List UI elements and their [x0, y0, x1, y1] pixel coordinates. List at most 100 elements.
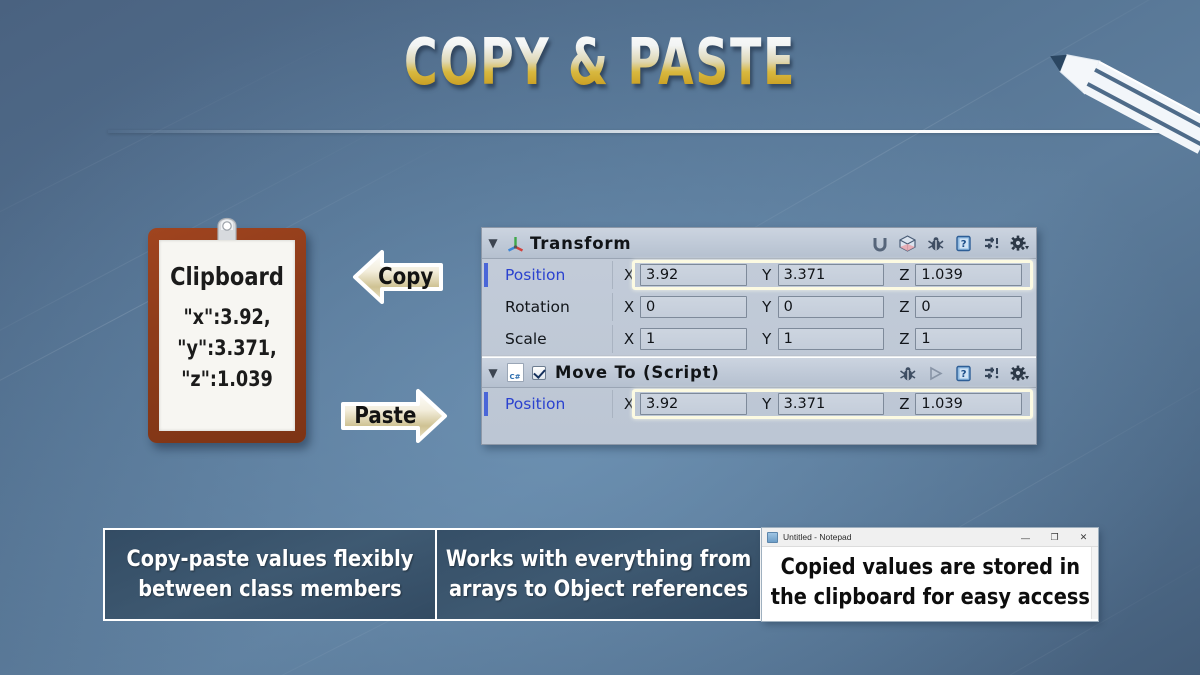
field-group-z: Z 0	[888, 296, 1026, 318]
rotation-x-input[interactable]: 0	[640, 296, 747, 318]
help-icon[interactable]: ?	[954, 234, 973, 253]
unity-inspector-panel: ▼ Transform ? Position X 3.92 Y 3.371 Z …	[481, 227, 1037, 445]
moveto-foldout-toggle[interactable]: ▼	[482, 366, 504, 380]
help-icon[interactable]: ?	[954, 364, 973, 383]
axis-label-x: X	[623, 330, 635, 348]
presets-icon[interactable]	[982, 234, 1001, 253]
bug-icon[interactable]	[898, 364, 917, 383]
field-group-x: X 0	[613, 296, 751, 318]
moveto-position-x-input[interactable]: 3.92	[640, 393, 747, 415]
arrow-right-icon	[341, 389, 447, 443]
page-title: COPY & PASTE	[120, 26, 1080, 100]
field-group-y: Y 1	[751, 328, 889, 350]
override-indicator	[484, 392, 488, 416]
transform-position-row[interactable]: Position X 3.92 Y 3.371 Z 1.039	[482, 259, 1036, 291]
clipboard-value-z: "z":1.039	[181, 367, 273, 391]
bug-icon[interactable]	[926, 234, 945, 253]
caption-1-line-2: between class members	[138, 576, 402, 602]
position-fields: X 3.92 Y 3.371 Z 1.039	[612, 261, 1036, 289]
slide-canvas: COPY & PASTE Clipboard "x":3.92, "y":3.3…	[0, 0, 1200, 675]
rotation-fields: X 0 Y 0 Z 0	[612, 293, 1036, 321]
transform-foldout-toggle[interactable]: ▼	[482, 236, 504, 250]
field-group-z: Z 1	[888, 328, 1026, 350]
property-label-position: Position	[505, 266, 566, 284]
moveto-header-icons: ?	[898, 358, 1029, 389]
transform-component-title: Transform	[530, 233, 632, 253]
field-group-z: Z 1.039	[888, 264, 1026, 286]
csharp-script-icon: C#	[504, 363, 526, 383]
gear-icon[interactable]	[1010, 234, 1029, 253]
rotation-z-input[interactable]: 0	[915, 296, 1023, 318]
transform-component-header[interactable]: ▼ Transform ?	[482, 228, 1036, 259]
maximize-button[interactable]: ❐	[1040, 528, 1069, 547]
position-z-input[interactable]: 1.039	[915, 264, 1023, 286]
rotation-y-input[interactable]: 0	[777, 296, 885, 318]
moveto-component-title: Move To (Script)	[555, 363, 720, 382]
clipboard-paper: Clipboard "x":3.92, "y":3.371, "z":1.039	[159, 240, 295, 431]
magnet-icon[interactable]	[870, 234, 889, 253]
caption-2-line-2: arrays to Object references	[448, 576, 749, 602]
moveto-enabled-checkbox[interactable]	[532, 365, 546, 380]
field-group-z: Z 1.039	[888, 393, 1026, 415]
transform-scale-row[interactable]: Scale X 1 Y 1 Z 1	[482, 323, 1036, 355]
notepad-icon	[767, 531, 778, 543]
caption-row: Copy-paste values flexibly between class…	[103, 528, 1098, 621]
axis-label-y: Y	[762, 298, 772, 316]
notepad-text: Copied values are stored in the clipboar…	[770, 553, 1089, 613]
copy-arrow: Copy	[352, 246, 444, 308]
notepad-scrollbar[interactable]	[1091, 547, 1098, 619]
scale-y-input[interactable]: 1	[777, 328, 885, 350]
axis-label-x: X	[623, 395, 635, 413]
presets-icon[interactable]	[982, 364, 1001, 383]
moveto-position-z-input[interactable]: 1.039	[915, 393, 1023, 415]
axis-label-y: Y	[762, 395, 772, 413]
field-group-y: Y 3.371	[751, 393, 889, 415]
axis-label-x: X	[623, 266, 635, 284]
play-icon[interactable]	[926, 364, 945, 383]
axis-label-z: Z	[899, 298, 910, 316]
svg-text:?: ?	[961, 369, 967, 380]
property-label-rotation: Rotation	[505, 298, 570, 316]
caption-box-1: Copy-paste values flexibly between class…	[103, 528, 437, 621]
clipboard-title: Clipboard	[170, 262, 284, 291]
caption-box-2: Works with everything from arrays to Obj…	[437, 528, 762, 621]
moveto-position-y-input[interactable]: 3.371	[777, 393, 885, 415]
clipboard-value-x: "x":3.92,	[183, 305, 271, 329]
close-button[interactable]: ✕	[1069, 528, 1098, 547]
notepad-titlebar[interactable]: Untitled - Notepad — ❐ ✕	[762, 528, 1098, 547]
scale-z-input[interactable]: 1	[915, 328, 1023, 350]
moveto-position-row[interactable]: Position X 3.92 Y 3.371 Z 1.039	[482, 388, 1036, 420]
clipboard-values: "x":3.92, "y":3.371, "z":1.039	[159, 302, 295, 395]
notepad-window: Untitled - Notepad — ❐ ✕ Copied values a…	[762, 528, 1098, 621]
cube-icon[interactable]	[898, 234, 917, 253]
field-group-y: Y 0	[751, 296, 889, 318]
caption-1-line-1: Copy-paste values flexibly	[126, 546, 414, 572]
notepad-text-area[interactable]: Copied values are stored in the clipboar…	[762, 547, 1098, 619]
notepad-line-1: Copied values are stored in	[780, 555, 1080, 580]
notepad-line-2: the clipboard for easy access	[770, 585, 1090, 610]
axis-label-z: Z	[899, 395, 910, 413]
gear-icon[interactable]	[1010, 364, 1029, 383]
pencil-icon	[1050, 54, 1200, 154]
override-indicator	[484, 263, 488, 287]
scale-fields: X 1 Y 1 Z 1	[612, 325, 1036, 353]
svg-text:?: ?	[961, 239, 967, 250]
notepad-window-controls: — ❐ ✕	[1011, 528, 1098, 547]
clipboard-graphic: Clipboard "x":3.92, "y":3.371, "z":1.039	[148, 217, 306, 443]
paste-arrow: Paste	[340, 385, 448, 447]
caption-2-line-1: Works with everything from	[445, 546, 752, 572]
moveto-component-header[interactable]: ▼ C# Move To (Script) ?	[482, 357, 1036, 388]
field-group-x: X 3.92	[613, 264, 751, 286]
field-group-y: Y 3.371	[751, 264, 889, 286]
notepad-window-title: Untitled - Notepad	[783, 532, 852, 542]
axis-label-z: Z	[899, 330, 910, 348]
scale-x-input[interactable]: 1	[640, 328, 747, 350]
field-group-x: X 1	[613, 328, 751, 350]
transform-rotation-row[interactable]: Rotation X 0 Y 0 Z 0	[482, 291, 1036, 323]
axis-label-x: X	[623, 298, 635, 316]
position-x-input[interactable]: 3.92	[640, 264, 747, 286]
moveto-position-fields: X 3.92 Y 3.371 Z 1.039	[612, 390, 1036, 418]
position-y-input[interactable]: 3.371	[777, 264, 885, 286]
minimize-button[interactable]: —	[1011, 528, 1040, 547]
property-label-position: Position	[505, 395, 566, 413]
